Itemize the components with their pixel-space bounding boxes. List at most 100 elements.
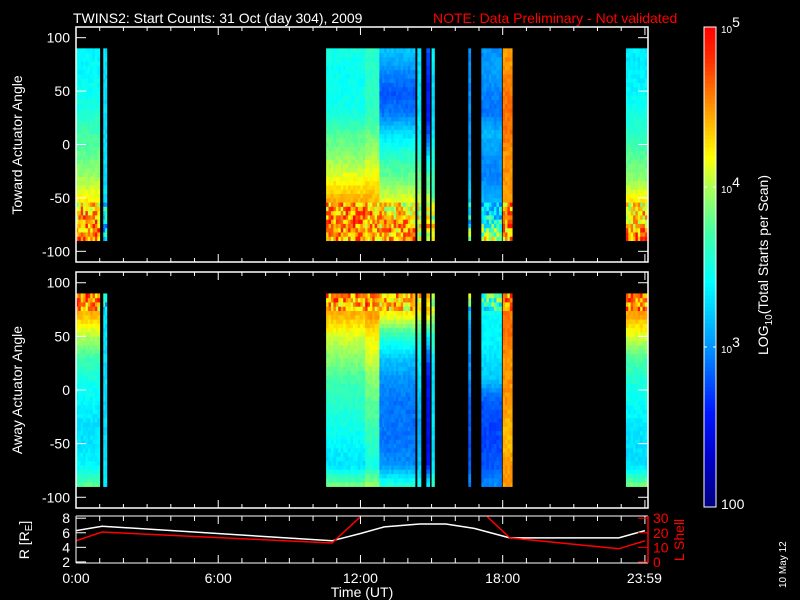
heatmap-cell	[502, 69, 506, 75]
heatmap-cell	[335, 52, 339, 58]
heatmap-cell	[374, 297, 378, 303]
heatmap-cell	[372, 323, 376, 329]
heatmap-cell	[355, 396, 359, 402]
heatmap-cell	[330, 146, 334, 152]
heatmap-cell	[496, 125, 500, 130]
heatmap-cell	[90, 180, 93, 186]
heatmap-cell	[335, 327, 339, 333]
heatmap-cell	[400, 168, 404, 173]
heatmap-cell	[388, 193, 392, 199]
heatmap-cell	[105, 392, 108, 397]
heatmap-cell	[348, 223, 351, 229]
heatmap-cell	[372, 116, 376, 122]
heatmap-cell	[343, 379, 347, 384]
heatmap-cell	[369, 189, 373, 195]
heatmap-cell	[628, 121, 632, 126]
heatmap-cell	[486, 48, 490, 54]
heatmap-cell	[372, 306, 376, 312]
heatmap-cell	[355, 108, 359, 113]
heatmap-cell	[403, 215, 406, 220]
heatmap-cell	[403, 232, 406, 237]
heatmap-cell	[87, 74, 91, 79]
heatmap-cell	[372, 86, 376, 92]
heatmap-cell	[635, 227, 639, 233]
heatmap-cell	[486, 125, 490, 130]
heatmap-cell	[640, 56, 643, 62]
heatmap-cell	[367, 336, 371, 342]
heatmap-cell	[407, 108, 411, 113]
heatmap-cell	[350, 302, 354, 307]
heatmap-cell	[391, 91, 395, 96]
heatmap-cell	[357, 435, 361, 440]
heatmap-cell	[393, 133, 397, 139]
heatmap-cell	[640, 227, 643, 233]
heatmap-cell	[488, 69, 492, 75]
heatmap-cell	[350, 332, 354, 337]
heatmap-cell	[379, 430, 383, 436]
heatmap-cell	[365, 482, 368, 487]
heatmap-cell	[330, 426, 334, 432]
heatmap-cell	[384, 52, 387, 58]
heatmap-cell	[97, 99, 101, 105]
heatmap-cell	[400, 116, 404, 122]
heatmap-cell	[403, 82, 406, 88]
heatmap-cell	[642, 185, 646, 190]
heatmap-cell	[330, 435, 334, 440]
heatmap-cell	[372, 396, 376, 402]
heatmap-cell	[352, 95, 356, 101]
heatmap-cell	[360, 91, 364, 96]
heatmap-cell	[90, 138, 93, 143]
heatmap-cell	[372, 439, 376, 445]
heatmap-cell	[491, 210, 495, 216]
heatmap-cell	[377, 473, 380, 479]
heatmap-cell	[326, 362, 329, 367]
heatmap-cell	[345, 383, 349, 389]
heatmap-cell	[350, 435, 354, 440]
heatmap-cell	[635, 116, 639, 122]
heatmap-cell	[105, 189, 108, 195]
heatmap-cell	[491, 56, 495, 62]
heatmap-cell	[372, 387, 376, 393]
heatmap-cell	[431, 163, 435, 169]
heatmap-cell	[343, 172, 347, 177]
heatmap-cell	[391, 133, 395, 139]
heatmap-cell	[491, 197, 495, 203]
heatmap-cell	[407, 236, 411, 242]
heatmap-cell	[393, 172, 397, 177]
heatmap-cell	[507, 150, 511, 156]
heatmap-cell	[338, 112, 342, 118]
heatmap-cell	[87, 138, 91, 143]
heatmap-cell	[468, 86, 472, 92]
heatmap-cell	[78, 430, 82, 436]
heatmap-cell	[80, 91, 84, 96]
heatmap-cell	[431, 112, 435, 118]
heatmap-cell	[348, 409, 351, 414]
heatmap-cell	[85, 215, 89, 220]
heatmap-cell	[369, 430, 373, 436]
heatmap-cell	[635, 193, 639, 199]
heatmap-cell	[481, 121, 485, 126]
heatmap-cell	[348, 155, 351, 160]
heatmap-cell	[367, 82, 371, 88]
heatmap-cell	[97, 103, 101, 109]
heatmap-cell	[630, 48, 634, 54]
heatmap-cell	[496, 176, 500, 182]
heatmap-cell	[78, 82, 82, 88]
heatmap-cell	[338, 460, 342, 466]
heatmap-cell	[398, 168, 402, 173]
heatmap-cell	[642, 236, 646, 242]
heatmap-cell	[502, 210, 506, 216]
heatmap-cell	[105, 121, 108, 126]
heatmap-cell	[381, 91, 385, 96]
heatmap-cell	[87, 206, 91, 212]
heatmap-cell	[83, 452, 86, 457]
heatmap-cell	[372, 65, 376, 71]
heatmap-cell	[94, 362, 98, 367]
heatmap-cell	[640, 180, 643, 186]
heatmap-cell	[85, 99, 89, 105]
heatmap-cell	[333, 323, 337, 329]
heatmap-cell	[80, 310, 84, 316]
heatmap-cell	[90, 387, 93, 393]
heatmap-cell	[628, 69, 632, 75]
heatmap-cell	[498, 202, 502, 207]
